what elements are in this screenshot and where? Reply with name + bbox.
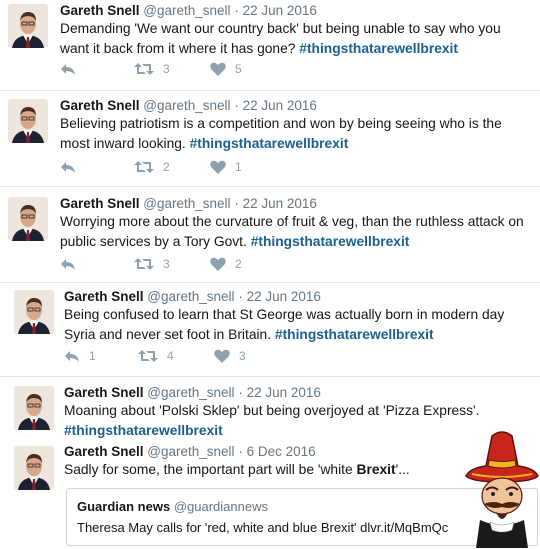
- separator-dot: ·: [234, 3, 239, 18]
- hashtag-link[interactable]: #thingsthatarewellbrexit: [299, 41, 458, 56]
- author-name[interactable]: Gareth Snell: [64, 289, 144, 304]
- tweet-text: Believing patriotism is a competition an…: [60, 114, 530, 154]
- author-name[interactable]: Gareth Snell: [60, 196, 140, 211]
- tweet-header: Gareth Snell @gareth_snell · 22 Jun 2016: [60, 98, 317, 113]
- retweet-button[interactable]: 3: [134, 257, 170, 271]
- reply-icon: [61, 259, 75, 270]
- tweet-header: Gareth Snell @gareth_snell · 6 Dec 2016: [64, 444, 316, 459]
- author-handle[interactable]: @gareth_snell: [147, 385, 234, 400]
- author-handle[interactable]: @gareth_snell: [143, 3, 230, 18]
- tweet-date[interactable]: 22 Jun 2016: [243, 3, 317, 18]
- like-count: 2: [235, 257, 242, 271]
- retweet-icon: [138, 350, 158, 362]
- reply-button[interactable]: 1: [64, 349, 96, 363]
- author-handle[interactable]: @gareth_snell: [147, 444, 234, 459]
- hashtag-link[interactable]: #thingsthatarewellbrexit: [190, 136, 349, 151]
- tweet-header: Gareth Snell @gareth_snell · 22 Jun 2016: [60, 196, 317, 211]
- reply-button[interactable]: [60, 160, 85, 174]
- like-count: 1: [235, 160, 242, 174]
- reply-icon: [61, 162, 75, 173]
- reply-button[interactable]: [60, 62, 85, 76]
- retweet-icon: [134, 258, 154, 270]
- like-button[interactable]: 3: [214, 349, 246, 363]
- retweet-icon: [134, 161, 154, 173]
- reply-icon: [61, 64, 75, 75]
- tweet-date[interactable]: 22 Jun 2016: [243, 196, 317, 211]
- author-name[interactable]: Gareth Snell: [60, 98, 140, 113]
- separator-dot: ·: [238, 444, 243, 459]
- author-handle[interactable]: @gareth_snell: [143, 196, 230, 211]
- separator-dot: ·: [234, 98, 239, 113]
- retweet-icon: [134, 63, 154, 75]
- avatar[interactable]: [14, 446, 54, 490]
- quoted-tweet-header: Guardian news @guardiannews: [77, 499, 268, 514]
- hashtag-link[interactable]: #thingsthatarewellbrexit: [64, 423, 223, 438]
- author-handle[interactable]: @gareth_snell: [143, 98, 230, 113]
- avatar[interactable]: [8, 4, 48, 48]
- author-name[interactable]: Gareth Snell: [60, 3, 140, 18]
- like-count: 5: [235, 62, 242, 76]
- reply-count: 1: [89, 349, 96, 363]
- hashtag-link[interactable]: #thingsthatarewellbrexit: [275, 327, 434, 342]
- avatar[interactable]: [8, 197, 48, 241]
- tweet-text: Worrying more about the curvature of fru…: [60, 212, 530, 252]
- divider: [0, 186, 540, 187]
- avatar[interactable]: [14, 290, 54, 334]
- tweet-date[interactable]: 22 Jun 2016: [243, 98, 317, 113]
- retweet-button[interactable]: 4: [138, 349, 174, 363]
- retweet-button[interactable]: 2: [134, 160, 170, 174]
- avatar[interactable]: [14, 386, 54, 430]
- retweet-count: 3: [163, 62, 170, 76]
- reply-icon: [65, 351, 79, 362]
- jester-mascot-image: [465, 431, 539, 548]
- like-button[interactable]: 2: [210, 257, 242, 271]
- tweet-body: Sadly for some, the important part will …: [64, 462, 357, 477]
- separator-dot: ·: [238, 289, 243, 304]
- bold-word: Brexit: [356, 462, 396, 477]
- retweet-count: 4: [167, 349, 174, 363]
- tweet-header: Gareth Snell @gareth_snell · 22 Jun 2016: [64, 385, 321, 400]
- avatar[interactable]: [8, 99, 48, 143]
- author-handle[interactable]: @gareth_snell: [147, 289, 234, 304]
- retweet-count: 3: [163, 257, 170, 271]
- author-name[interactable]: Gareth Snell: [64, 385, 144, 400]
- hashtag-link[interactable]: #thingsthatarewellbrexit: [251, 234, 410, 249]
- separator-dot: ·: [234, 196, 239, 211]
- like-button[interactable]: 5: [210, 62, 242, 76]
- tweet-date[interactable]: 6 Dec 2016: [247, 444, 316, 459]
- tweet-body: Moaning about 'Polski Sklep' but being o…: [64, 403, 480, 418]
- tweet-body-end: '...: [395, 462, 410, 477]
- author-name[interactable]: Gareth Snell: [64, 444, 144, 459]
- tweet-date[interactable]: 22 Jun 2016: [247, 289, 321, 304]
- tweet-date[interactable]: 22 Jun 2016: [247, 385, 321, 400]
- tweet-header: Gareth Snell @gareth_snell · 22 Jun 2016: [60, 3, 317, 18]
- like-count: 3: [239, 349, 246, 363]
- divider: [0, 90, 540, 91]
- separator-dot: ·: [238, 385, 243, 400]
- retweet-button[interactable]: 3: [134, 62, 170, 76]
- tweet-text: Being confused to learn that St George w…: [64, 305, 534, 345]
- reply-button[interactable]: [60, 257, 85, 271]
- tweet-text: Demanding 'We want our country back' but…: [60, 19, 530, 59]
- heart-icon: [210, 160, 226, 174]
- quoted-tweet-text: Theresa May calls for 'red, white and bl…: [77, 520, 449, 535]
- heart-icon: [210, 62, 226, 76]
- quoted-author-name[interactable]: Guardian news: [77, 499, 170, 514]
- heart-icon: [210, 257, 226, 271]
- retweet-count: 2: [163, 160, 170, 174]
- like-button[interactable]: 1: [210, 160, 242, 174]
- heart-icon: [214, 349, 230, 363]
- quoted-author-handle[interactable]: @guardiannews: [174, 499, 268, 514]
- divider: [0, 376, 540, 377]
- divider: [0, 282, 540, 283]
- tweet-header: Gareth Snell @gareth_snell · 22 Jun 2016: [64, 289, 321, 304]
